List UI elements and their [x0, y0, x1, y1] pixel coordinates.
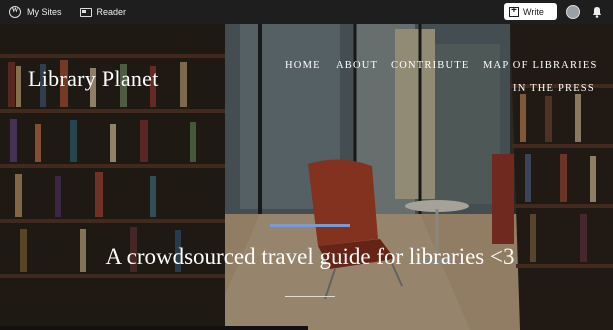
nav-item-contribute[interactable]: CONTRIBUTE [391, 60, 470, 71]
nav-item-about[interactable]: ABOUT [336, 60, 378, 71]
tagline-divider [285, 296, 335, 297]
write-button[interactable]: Write [504, 3, 557, 20]
nav-item-home[interactable]: HOME [285, 60, 321, 71]
site-title[interactable]: Library Planet [28, 66, 159, 92]
wordpress-logo-icon [9, 6, 21, 18]
my-sites-menu[interactable]: My Sites [0, 0, 62, 24]
write-label: Write [523, 6, 544, 17]
nav-item-map-of-libraries[interactable]: MAP OF LIBRARIES [483, 60, 598, 71]
page-bottom-strip [0, 326, 308, 330]
reader-label: Reader [96, 7, 127, 17]
hero-header: Library Planet HOME ABOUT CONTRIBUTE MAP… [0, 24, 613, 330]
site-tagline: A crowdsourced travel guide for librarie… [105, 244, 515, 269]
reader-menu[interactable]: Reader [62, 0, 127, 24]
accent-line [270, 224, 350, 227]
my-sites-label: My Sites [27, 7, 62, 17]
notifications-bell-icon[interactable] [590, 5, 604, 19]
avatar[interactable] [566, 5, 580, 19]
admin-bar: My Sites Reader Write [0, 0, 613, 24]
nav-item-in-the-press[interactable]: IN THE PRESS [513, 83, 595, 94]
write-icon [509, 5, 519, 17]
reader-icon [79, 7, 92, 17]
